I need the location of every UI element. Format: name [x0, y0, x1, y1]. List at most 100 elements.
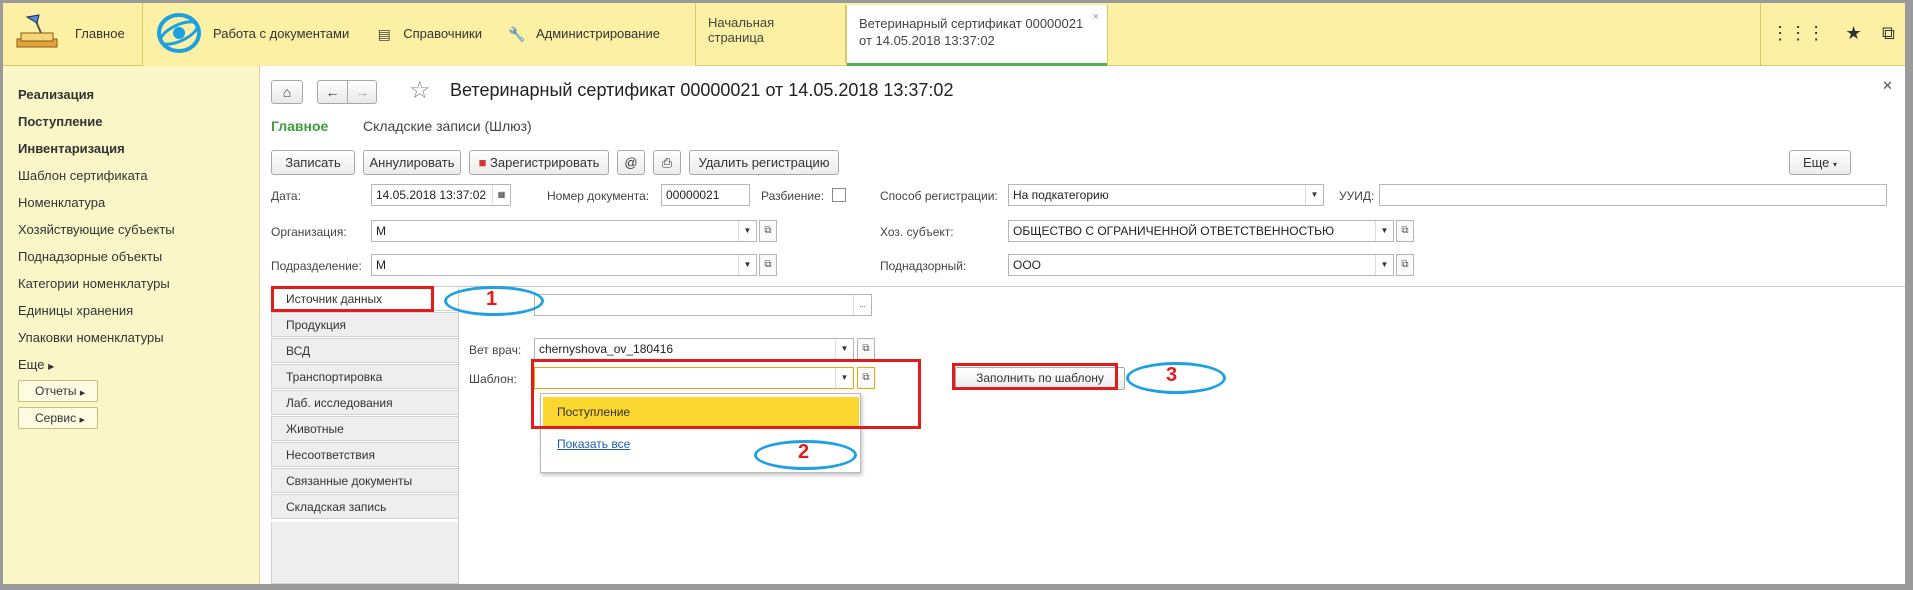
service-button[interactable]: Сервис ▶ [18, 407, 98, 429]
chevron-down-icon[interactable]: ▼ [835, 339, 853, 359]
triangle-right-icon: ▶ [79, 390, 86, 397]
sidebar-item-business-entities[interactable]: Хозяйствующие субъекты [18, 222, 175, 237]
tab-start-page[interactable]: Начальная страница [696, 5, 846, 63]
tab-related-documents[interactable]: Связанные документы [271, 468, 459, 493]
reg-method-select[interactable]: На подкатегорию ▼ [1008, 184, 1324, 206]
split-label: Разбиение: [761, 189, 825, 203]
menu-admin[interactable]: 🔧 Администрирование [508, 26, 660, 43]
source-field[interactable]: ... [534, 294, 872, 316]
menu-catalogs[interactable]: ▤ Справочники [375, 25, 482, 43]
tab-vsd[interactable]: ВСД [271, 338, 459, 363]
doc-number-value: 00000021 [666, 188, 720, 202]
cube-icon: ■ [478, 155, 487, 170]
close-icon[interactable]: ✕ [1882, 78, 1893, 94]
sidebar-item-categories[interactable]: Категории номенклатуры [18, 276, 170, 291]
email-button[interactable]: @ [617, 150, 645, 175]
calendar-icon[interactable]: ▦ [492, 185, 510, 205]
print-button[interactable]: ⎙ [653, 150, 681, 175]
chevron-down-icon[interactable]: ▼ [1375, 255, 1393, 275]
home-button[interactable]: ⌂ [271, 80, 303, 104]
tab-nonconformities[interactable]: Несоответствия [271, 442, 459, 467]
annotation-number-3: 3 [1166, 364, 1178, 386]
doc-number-field[interactable]: 00000021 [661, 184, 750, 206]
grid-icon[interactable]: ⋮⋮⋮ [1771, 23, 1825, 44]
chevron-down-icon[interactable]: ▼ [738, 221, 756, 241]
delete-registration-button[interactable]: Удалить регистрацию [689, 150, 839, 175]
department-label: Подразделение: [271, 259, 362, 273]
annotation-box-1 [271, 286, 434, 312]
chevron-down-icon[interactable]: ▼ [738, 255, 756, 275]
menu-documents[interactable]: Работа с документами [213, 26, 349, 41]
reports-button[interactable]: Отчеты ▶ [18, 380, 98, 402]
sidebar-item-packaging[interactable]: Упаковки номенклатуры [18, 330, 164, 345]
wrench-icon: 🔧 [508, 26, 526, 42]
top-bar: Главное Работа с документами ▤ Справочни… [0, 0, 1913, 67]
tab-animals[interactable]: Животные [271, 416, 459, 441]
business-subject-select[interactable]: ОБЩЕСТВО С ОГРАНИЧЕННОЙ ОТВЕТСТВЕННОСТЬЮ… [1008, 220, 1394, 242]
tab-vet-certificate-label: Ветеринарный сертификат 00000021 от 14.0… [859, 16, 1084, 48]
open-organization-button[interactable]: ⧉ [759, 220, 777, 242]
annotation-number-1: 1 [486, 288, 498, 310]
sidebar-item-nomenclature[interactable]: Номенклатура [18, 195, 105, 210]
uuid-field[interactable] [1379, 184, 1887, 206]
register-button[interactable]: ■ Зарегистрировать [469, 150, 609, 175]
link-main[interactable]: Главное [271, 118, 328, 134]
windows-icon[interactable]: ⧉ [1882, 23, 1895, 44]
doc-number-label: Номер документа: [547, 189, 650, 203]
annotation-box-3 [952, 363, 1118, 390]
chevron-down-icon: ▾ [1833, 160, 1838, 169]
tab-warehouse-record[interactable]: Складская запись [271, 494, 459, 519]
register-label: Зарегистрировать [490, 155, 600, 170]
sidebar-item-storage-units[interactable]: Единицы хранения [18, 303, 133, 318]
favorite-star-icon[interactable]: ☆ [409, 76, 431, 105]
service-label: Сервис [35, 411, 77, 425]
close-icon[interactable]: × [1093, 9, 1099, 26]
reg-method-label: Способ регистрации: [880, 189, 998, 203]
annul-button[interactable]: Аннулировать [363, 150, 461, 175]
chevron-down-icon[interactable]: ▼ [1375, 221, 1393, 241]
ellipsis-button[interactable]: ... [853, 295, 871, 315]
more-label: Еще [1802, 155, 1830, 170]
supervised-select[interactable]: ООО ▼ [1008, 254, 1394, 276]
split-checkbox[interactable] [832, 188, 846, 202]
organization-label: Организация: [271, 225, 347, 239]
sidebar-item-supervised-objects[interactable]: Поднадзорные объекты [18, 249, 162, 264]
sidebar-item-cert-template[interactable]: Шаблон сертификата [18, 168, 148, 183]
tabs-filler [271, 522, 459, 584]
link-warehouse-records[interactable]: Складские записи (Шлюз) [363, 118, 532, 134]
open-supervised-button[interactable]: ⧉ [1396, 254, 1414, 276]
open-vet-doctor-button[interactable]: ⧉ [857, 338, 875, 360]
sidebar-item-sales[interactable]: Реализация [18, 87, 94, 102]
forward-button[interactable]: → [347, 80, 377, 104]
form-area: ⌂ ← → ☆ Ветеринарный сертификат 00000021… [261, 66, 1905, 584]
vet-doctor-value: chernyshova_ov_180416 [539, 342, 674, 356]
tab-lab-tests[interactable]: Лаб. исследования [271, 390, 459, 415]
star-icon[interactable]: ★ [1845, 23, 1861, 44]
sidebar-more-label: Еще [18, 357, 45, 372]
tab-products[interactable]: Продукция [271, 312, 459, 337]
department-value: М [376, 258, 386, 272]
date-field[interactable]: 14.05.2018 13:37:02 ▦ [371, 184, 511, 206]
home-section[interactable]: Главное [3, 0, 143, 66]
sidebar-item-receipt[interactable]: Поступление [18, 114, 103, 129]
tab-transport[interactable]: Транспортировка [271, 364, 459, 389]
arrow-left-icon: ← [325, 84, 340, 100]
organization-select[interactable]: М ▼ [371, 220, 757, 242]
documents-globe-icon [157, 13, 201, 53]
write-button[interactable]: Записать [271, 150, 355, 175]
menu-catalogs-label: Справочники [403, 25, 482, 41]
chevron-down-icon[interactable]: ▼ [1305, 185, 1323, 205]
open-subject-button[interactable]: ⧉ [1396, 220, 1414, 242]
sidebar-item-more[interactable]: Еще ▶ [18, 357, 54, 372]
date-label: Дата: [271, 189, 301, 203]
vet-doctor-select[interactable]: chernyshova_ov_180416 ▼ [534, 338, 854, 360]
tab-start-page-label: Начальная страница [708, 15, 775, 45]
tab-vet-certificate[interactable]: Ветеринарный сертификат 00000021 от 14.0… [846, 5, 1108, 67]
show-all-link[interactable]: Показать все [557, 437, 630, 451]
open-department-button[interactable]: ⧉ [759, 254, 777, 276]
back-button[interactable]: ← [317, 80, 347, 104]
more-button[interactable]: Еще ▾ [1789, 150, 1851, 175]
department-select[interactable]: М ▼ [371, 254, 757, 276]
sidebar-item-inventory[interactable]: Инвентаризация [18, 141, 125, 156]
annotation-number-2: 2 [798, 441, 810, 463]
